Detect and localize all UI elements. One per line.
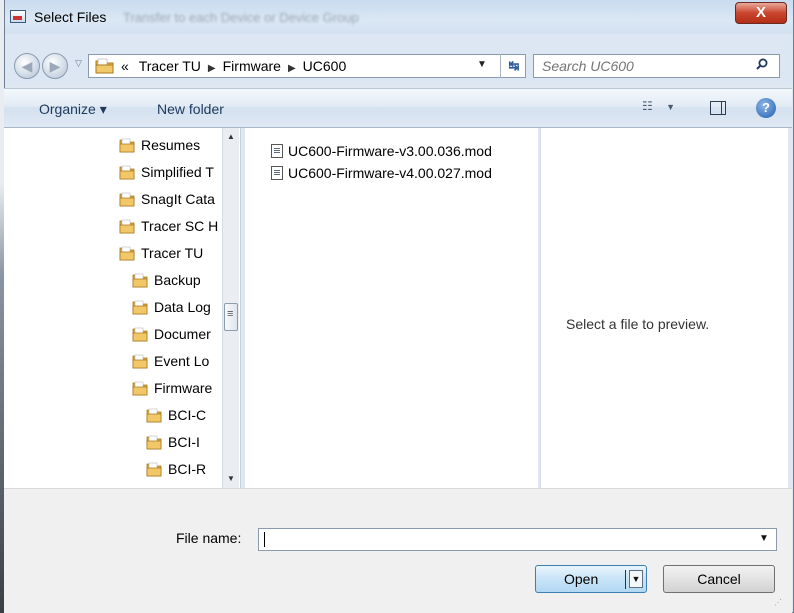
- breadcrumb: « Tracer TU ▶ Firmware ▶ UC600: [121, 58, 346, 74]
- tree-item-label: Event Lo: [154, 353, 210, 369]
- chevron-down-icon: ▼: [666, 102, 676, 112]
- folder-icon: [119, 165, 135, 180]
- tree-item-label: Data Log: [154, 299, 211, 315]
- folder-icon: [132, 327, 148, 342]
- folder-icon: [146, 435, 162, 450]
- resize-grip-icon[interactable]: ⋰: [774, 598, 784, 608]
- file-name-input[interactable]: [259, 529, 753, 550]
- forward-arrow-icon: ▶: [49, 58, 61, 74]
- mod-file-icon: [271, 166, 283, 180]
- search-icon[interactable]: [756, 58, 768, 70]
- folder-icon: [132, 300, 148, 315]
- title-bar[interactable]: Select Files Transfer to each Device or …: [5, 0, 793, 34]
- navigation-pane[interactable]: Resumes Simplified T SnagIt Cata Tracer SC …: [4, 128, 241, 488]
- scroll-down-icon[interactable]: ▼: [223, 470, 239, 488]
- cancel-button[interactable]: Cancel: [663, 565, 775, 593]
- dialog-app-icon: [10, 10, 26, 23]
- open-split-divider: [625, 570, 626, 589]
- change-view-button[interactable]: ☷ ▼: [642, 99, 682, 119]
- preview-pane-toggle-button[interactable]: [710, 101, 726, 115]
- folder-icon: [146, 408, 162, 423]
- organize-button[interactable]: Organize ▾: [39, 101, 107, 118]
- tree-item-label: Backup: [154, 272, 201, 288]
- file-name-combo: ▼: [258, 528, 777, 551]
- preview-pane: Select a file to preview.: [540, 128, 788, 488]
- back-button[interactable]: ◀: [14, 53, 40, 79]
- folder-icon: [119, 219, 135, 234]
- tree-item-label: BCI-C: [168, 407, 207, 423]
- search-input[interactable]: [534, 55, 749, 77]
- folder-icon: [119, 192, 135, 207]
- folder-icon: [119, 138, 135, 153]
- folder-icon: [119, 246, 135, 261]
- background-window-title: Transfer to each Device or Device Group: [123, 10, 359, 25]
- command-bar: Organize ▾ New folder ☷ ▼ ?: [4, 88, 792, 128]
- close-button[interactable]: X: [735, 2, 787, 24]
- navigation-scrollbar[interactable]: ▲ ▼: [222, 128, 239, 488]
- tree-item-label: Tracer SC H: [141, 218, 219, 234]
- tree-item-label: Firmware: [154, 380, 213, 396]
- breadcrumb-item[interactable]: Tracer TU: [139, 58, 201, 74]
- breadcrumb-separator-icon[interactable]: ▶: [208, 63, 216, 74]
- recent-locations-dropdown[interactable]: ▽: [75, 58, 82, 69]
- tree-item-label: SnagIt Cata: [141, 191, 215, 207]
- address-bar[interactable]: « Tracer TU ▶ Firmware ▶ UC600 ▼ ↹: [88, 54, 526, 78]
- tree-item-label: Resumes: [141, 137, 201, 153]
- scroll-up-icon[interactable]: ▲: [223, 128, 239, 146]
- preview-placeholder-text: Select a file to preview.: [566, 316, 710, 332]
- tree-item-label: Simplified T: [141, 164, 214, 180]
- file-name: UC600-Firmware-v4.00.027.mod: [288, 165, 492, 181]
- dialog-title: Select Files: [34, 9, 107, 25]
- open-options-dropdown-icon[interactable]: ▼: [629, 570, 643, 588]
- breadcrumb-separator-icon[interactable]: ▶: [288, 63, 296, 74]
- breadcrumb-item[interactable]: UC600: [303, 58, 347, 74]
- views-grid-icon: ☷: [642, 99, 653, 113]
- back-arrow-icon: ◀: [21, 58, 33, 74]
- scroll-thumb[interactable]: [224, 303, 238, 331]
- folder-icon: [146, 462, 162, 477]
- tree-item-label: BCI-I: [168, 434, 200, 450]
- new-folder-button[interactable]: New folder: [157, 101, 224, 117]
- file-name-label: File name:: [176, 530, 242, 546]
- forward-button[interactable]: ▶: [42, 53, 68, 79]
- open-button-label: Open: [564, 571, 599, 587]
- file-list[interactable]: UC600-Firmware-v3.00.036.mod UC600-Firmwa…: [245, 128, 538, 488]
- folder-icon: [95, 58, 114, 74]
- refresh-button[interactable]: ↹: [500, 54, 527, 78]
- folder-icon: [132, 354, 148, 369]
- refresh-icon: ↹: [508, 58, 520, 73]
- breadcrumb-item[interactable]: Firmware: [223, 58, 281, 74]
- tree-item-label: Tracer TU: [141, 245, 204, 261]
- address-dropdown-icon[interactable]: ▼: [477, 59, 487, 70]
- text-caret: [264, 532, 265, 547]
- tree-item-label: BCI-R: [168, 461, 207, 477]
- tree-item-label: Documer: [154, 326, 211, 342]
- chevron-down-icon[interactable]: ▼: [759, 533, 769, 544]
- search-box: [533, 54, 780, 78]
- help-icon[interactable]: ?: [756, 98, 776, 118]
- folder-icon: [132, 273, 148, 288]
- breadcrumb-overflow[interactable]: «: [121, 58, 129, 74]
- file-name: UC600-Firmware-v3.00.036.mod: [288, 143, 492, 159]
- mod-file-icon: [271, 144, 283, 158]
- open-button[interactable]: Open ▼: [535, 565, 647, 593]
- folder-icon: [132, 381, 148, 396]
